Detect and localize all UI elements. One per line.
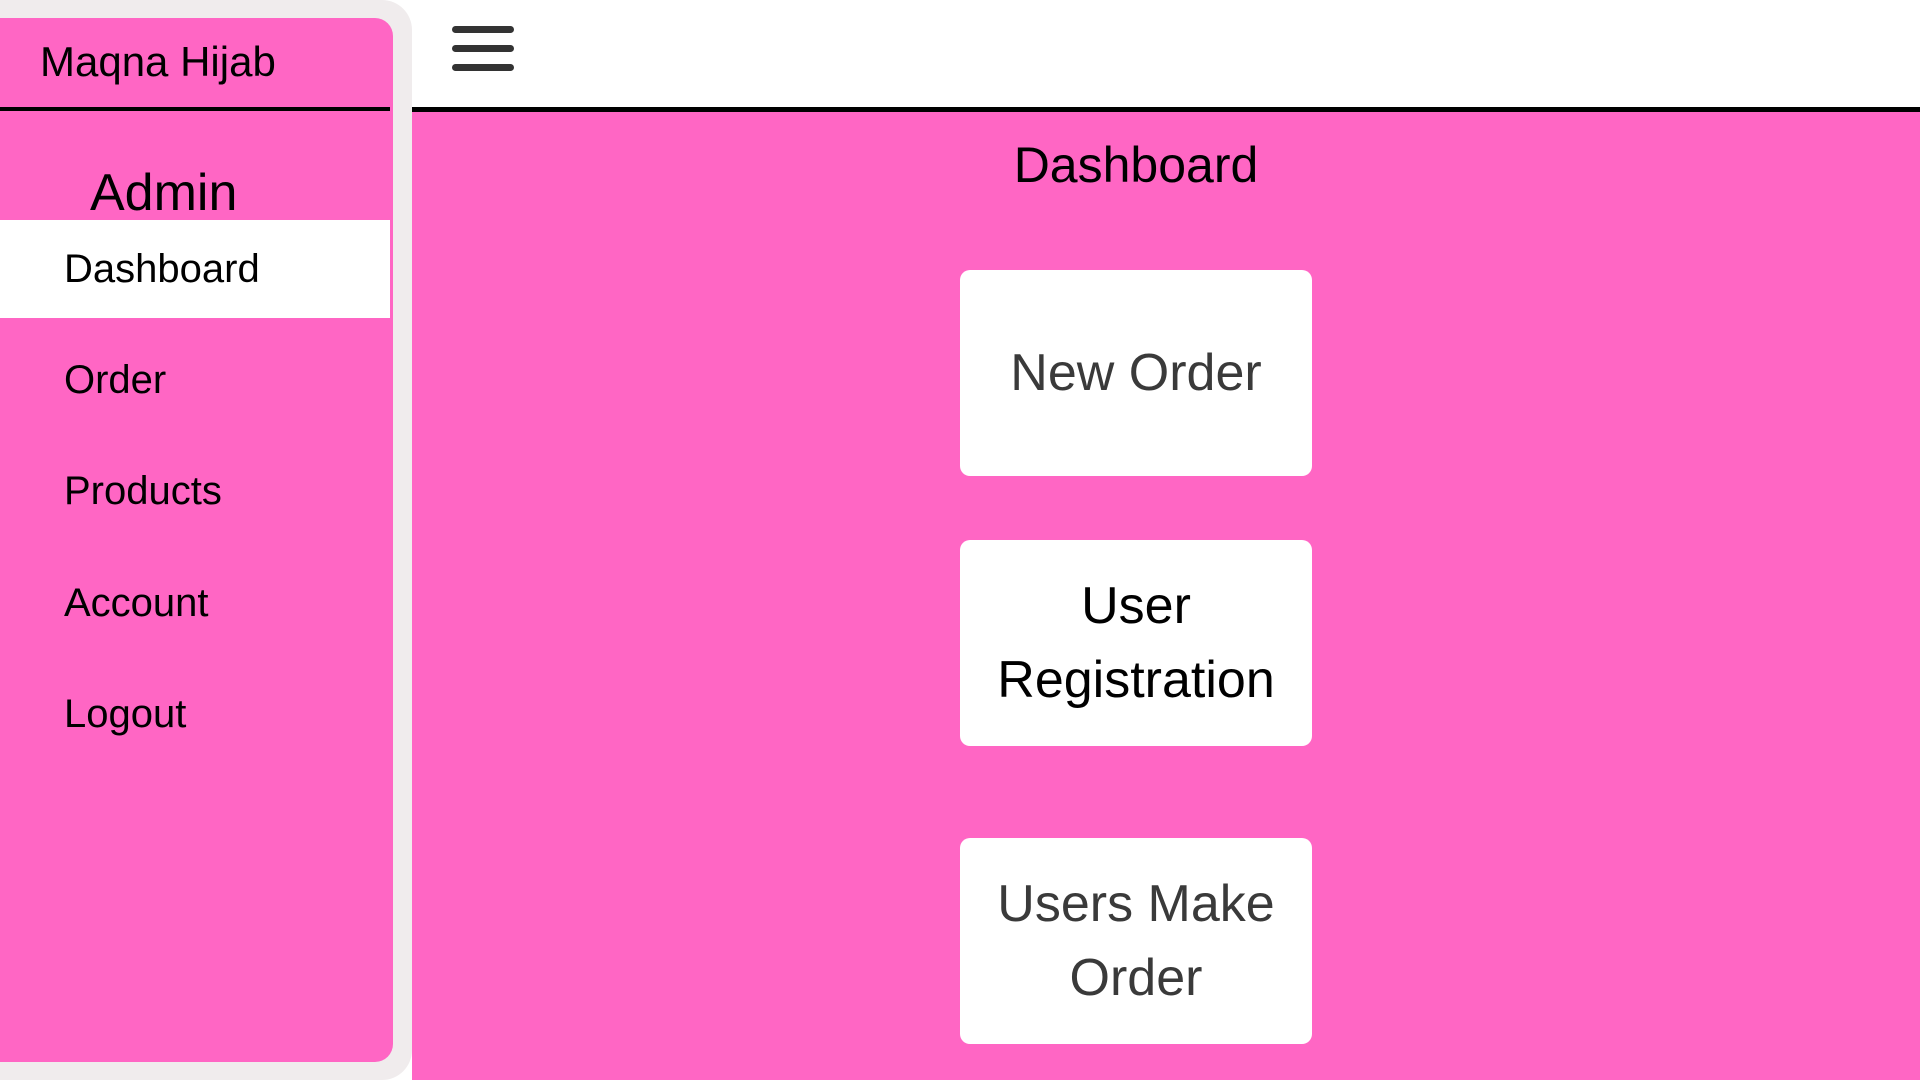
sidebar-item-label: Products xyxy=(64,468,222,513)
main-content: Dashboard New Order User Registration Us… xyxy=(412,112,1920,1080)
hamburger-line xyxy=(452,45,514,52)
sidebar-frame: Maqna Hijab Admin Dashboard Order Produc… xyxy=(0,0,412,1080)
card-label: User Registration xyxy=(997,577,1275,709)
sidebar-item-products[interactable]: Products xyxy=(0,442,390,540)
sidebar-item-label: Account xyxy=(64,580,209,625)
sidebar-item-label: Order xyxy=(64,357,167,402)
sidebar-item-label: Dashboard xyxy=(64,246,260,291)
sidebar-item-logout[interactable]: Logout xyxy=(0,665,390,763)
user-role-label: Admin xyxy=(90,164,238,222)
sidebar-item-account[interactable]: Account xyxy=(0,554,390,652)
card-label: New Order xyxy=(1010,344,1262,402)
card-label: Users Make Order xyxy=(997,875,1275,1007)
top-bar xyxy=(412,0,1920,108)
sidebar-item-order[interactable]: Order xyxy=(0,331,390,429)
brand-name: Maqna Hijab xyxy=(40,38,276,85)
hamburger-line xyxy=(452,26,514,33)
hamburger-line xyxy=(452,64,514,71)
brand-divider xyxy=(0,107,390,111)
hamburger-menu-icon[interactable] xyxy=(452,26,514,72)
page-title: Dashboard xyxy=(1013,137,1259,193)
users-make-order-card[interactable]: Users Make Order xyxy=(960,838,1312,1044)
new-order-card[interactable]: New Order xyxy=(960,270,1312,476)
sidebar: Maqna Hijab Admin Dashboard Order Produc… xyxy=(0,18,393,1062)
sidebar-item-dashboard[interactable]: Dashboard xyxy=(0,220,390,318)
user-registration-card[interactable]: User Registration xyxy=(960,540,1312,746)
sidebar-item-label: Logout xyxy=(64,691,187,736)
